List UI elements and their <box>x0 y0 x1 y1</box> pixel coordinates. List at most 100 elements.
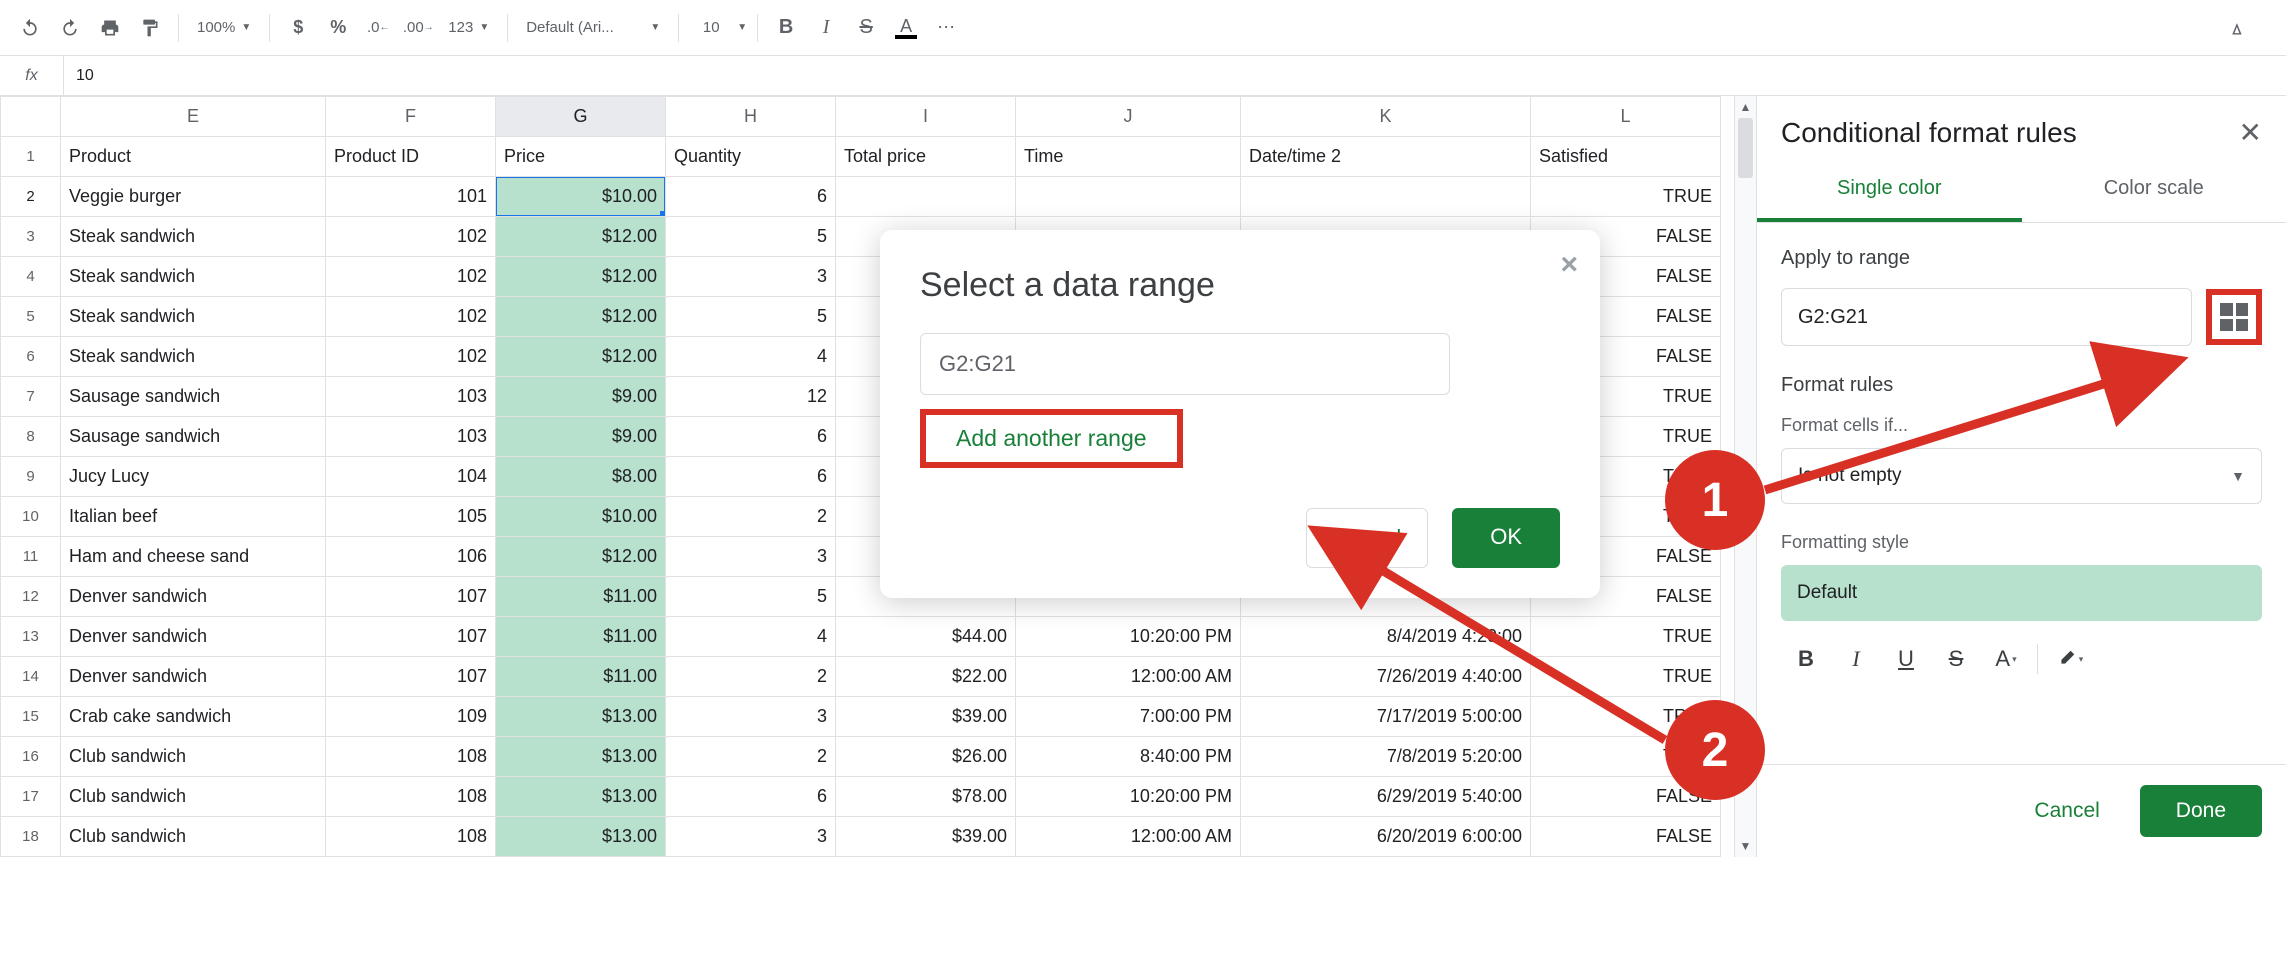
more-tools-button[interactable]: ⋯ <box>928 10 964 46</box>
row-header-9[interactable]: 9 <box>1 457 61 497</box>
cell-J17[interactable]: 10:20:00 PM <box>1016 777 1241 817</box>
cell-H11[interactable]: 3 <box>666 537 836 577</box>
cell-I16[interactable]: $26.00 <box>836 737 1016 777</box>
font-select[interactable]: Default (Ari...▼ <box>518 19 668 36</box>
cell-G9[interactable]: $8.00 <box>496 457 666 497</box>
cell-E5[interactable]: Steak sandwich <box>61 297 326 337</box>
cell-E10[interactable]: Italian beef <box>61 497 326 537</box>
row-header-8[interactable]: 8 <box>1 417 61 457</box>
cell-L18[interactable]: FALSE <box>1531 817 1721 857</box>
cell-L2[interactable]: TRUE <box>1531 177 1721 217</box>
tab-color-scale[interactable]: Color scale <box>2022 159 2286 222</box>
cell-E2[interactable]: Veggie burger <box>61 177 326 217</box>
style-italic-button[interactable]: I <box>1831 637 1881 681</box>
cell-E11[interactable]: Ham and cheese sand <box>61 537 326 577</box>
cell-K16[interactable]: 7/8/2019 5:20:00 <box>1241 737 1531 777</box>
cell-G10[interactable]: $10.00 <box>496 497 666 537</box>
row-header-15[interactable]: 15 <box>1 697 61 737</box>
cell-G6[interactable]: $12.00 <box>496 337 666 377</box>
dialog-range-input[interactable] <box>920 333 1450 395</box>
cell-F14[interactable]: 107 <box>326 657 496 697</box>
font-size-input[interactable] <box>689 18 733 37</box>
cell-G2[interactable]: $10.00 <box>496 177 666 217</box>
cell-E13[interactable]: Denver sandwich <box>61 617 326 657</box>
print-button[interactable] <box>92 10 128 46</box>
style-fill-color-button[interactable]: ▾ <box>2044 637 2094 681</box>
cell-H13[interactable]: 4 <box>666 617 836 657</box>
redo-button[interactable] <box>52 10 88 46</box>
cell-J13[interactable]: 10:20:00 PM <box>1016 617 1241 657</box>
cell-F17[interactable]: 108 <box>326 777 496 817</box>
cell-H7[interactable]: 12 <box>666 377 836 417</box>
cell-E8[interactable]: Sausage sandwich <box>61 417 326 457</box>
cell-E15[interactable]: Crab cake sandwich <box>61 697 326 737</box>
cell-E9[interactable]: Jucy Lucy <box>61 457 326 497</box>
cell-H2[interactable]: 6 <box>666 177 836 217</box>
cell-F4[interactable]: 102 <box>326 257 496 297</box>
row-header-18[interactable]: 18 <box>1 817 61 857</box>
cell-I14[interactable]: $22.00 <box>836 657 1016 697</box>
cell-H5[interactable]: 5 <box>666 297 836 337</box>
cell-F18[interactable]: 108 <box>326 817 496 857</box>
row-header-17[interactable]: 17 <box>1 777 61 817</box>
tab-single-color[interactable]: Single color <box>1757 159 2022 222</box>
cell-F8[interactable]: 103 <box>326 417 496 457</box>
cell-K18[interactable]: 6/20/2019 6:00:00 <box>1241 817 1531 857</box>
header-cell-J[interactable]: Time <box>1016 137 1241 177</box>
cell-G13[interactable]: $11.00 <box>496 617 666 657</box>
cell-E6[interactable]: Steak sandwich <box>61 337 326 377</box>
cell-K15[interactable]: 7/17/2019 5:00:00 <box>1241 697 1531 737</box>
header-cell-L[interactable]: Satisfied <box>1531 137 1721 177</box>
cell-F6[interactable]: 102 <box>326 337 496 377</box>
zoom-select[interactable]: 100%▼ <box>189 19 259 36</box>
formula-input[interactable]: 10 <box>64 67 94 85</box>
cell-J14[interactable]: 12:00:00 AM <box>1016 657 1241 697</box>
cell-F7[interactable]: 103 <box>326 377 496 417</box>
cell-G8[interactable]: $9.00 <box>496 417 666 457</box>
header-cell-H[interactable]: Quantity <box>666 137 836 177</box>
style-bold-button[interactable]: B <box>1781 637 1831 681</box>
cell-F9[interactable]: 104 <box>326 457 496 497</box>
cell-J2[interactable] <box>1016 177 1241 217</box>
column-header-I[interactable]: I <box>836 97 1016 137</box>
cell-L13[interactable]: TRUE <box>1531 617 1721 657</box>
cell-F13[interactable]: 107 <box>326 617 496 657</box>
bold-button[interactable]: B <box>768 10 804 46</box>
cell-E17[interactable]: Club sandwich <box>61 777 326 817</box>
decrease-decimal-button[interactable]: .0← <box>360 10 396 46</box>
cell-F3[interactable]: 102 <box>326 217 496 257</box>
header-cell-E[interactable]: Product <box>61 137 326 177</box>
dialog-close-button[interactable]: × <box>1560 248 1578 282</box>
cell-F12[interactable]: 107 <box>326 577 496 617</box>
italic-button[interactable]: I <box>808 10 844 46</box>
row-header-12[interactable]: 12 <box>1 577 61 617</box>
cell-I15[interactable]: $39.00 <box>836 697 1016 737</box>
add-another-range-button[interactable]: Add another range <box>920 409 1183 468</box>
cell-G4[interactable]: $12.00 <box>496 257 666 297</box>
cell-E14[interactable]: Denver sandwich <box>61 657 326 697</box>
number-format-select[interactable]: 123▼ <box>440 19 497 36</box>
style-strike-button[interactable]: S <box>1931 637 1981 681</box>
row-header-11[interactable]: 11 <box>1 537 61 577</box>
cell-E4[interactable]: Steak sandwich <box>61 257 326 297</box>
cell-E18[interactable]: Club sandwich <box>61 817 326 857</box>
sidebar-done-button[interactable]: Done <box>2140 785 2262 837</box>
cell-G16[interactable]: $13.00 <box>496 737 666 777</box>
style-underline-button[interactable]: U <box>1881 637 1931 681</box>
text-color-button[interactable]: A <box>888 10 924 46</box>
cell-H6[interactable]: 4 <box>666 337 836 377</box>
close-sidebar-button[interactable]: ✕ <box>2239 116 2262 149</box>
cell-F11[interactable]: 106 <box>326 537 496 577</box>
cell-G7[interactable]: $9.00 <box>496 377 666 417</box>
cell-F16[interactable]: 108 <box>326 737 496 777</box>
row-header-16[interactable]: 16 <box>1 737 61 777</box>
row-header-5[interactable]: 5 <box>1 297 61 337</box>
cell-F5[interactable]: 102 <box>326 297 496 337</box>
column-header-J[interactable]: J <box>1016 97 1241 137</box>
row-header-7[interactable]: 7 <box>1 377 61 417</box>
select-range-icon-button[interactable] <box>2206 289 2262 345</box>
row-header-2[interactable]: 2 <box>1 177 61 217</box>
cell-G11[interactable]: $12.00 <box>496 537 666 577</box>
paint-format-button[interactable] <box>132 10 168 46</box>
cell-H16[interactable]: 2 <box>666 737 836 777</box>
